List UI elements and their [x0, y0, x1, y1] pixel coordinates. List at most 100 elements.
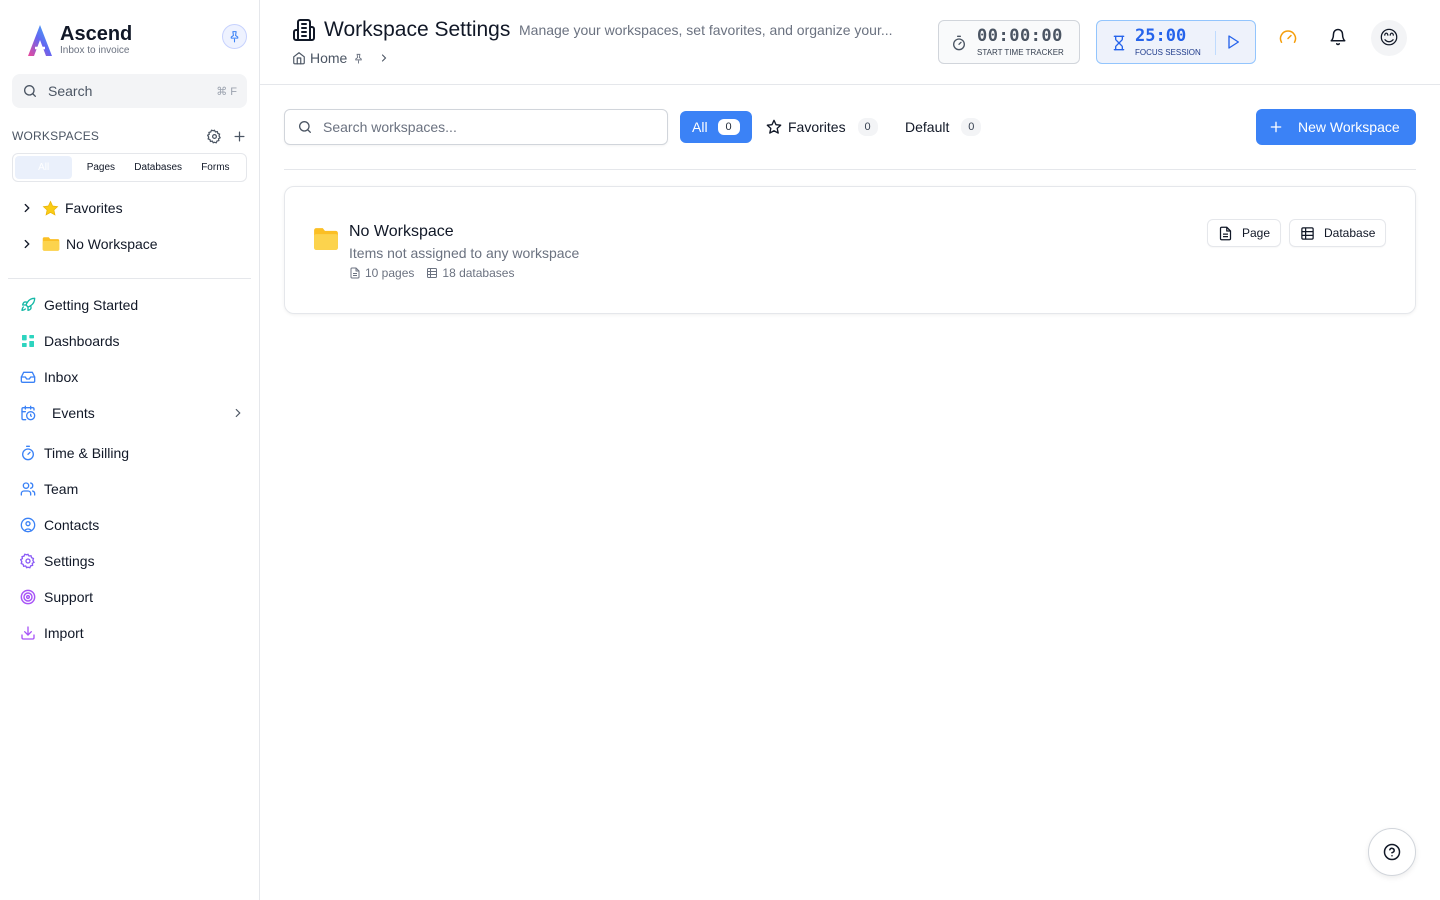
nav-contacts[interactable]: Contacts: [20, 513, 245, 537]
app-name: Ascend: [60, 23, 133, 45]
play-icon[interactable]: [1225, 34, 1241, 50]
bell-icon[interactable]: [1329, 28, 1347, 46]
gauge-icon[interactable]: [1279, 28, 1297, 46]
help-button[interactable]: [1368, 828, 1416, 876]
filter-count: 0: [857, 118, 878, 136]
nav-label: Dashboards: [44, 333, 120, 349]
users-icon: [20, 482, 36, 496]
table-icon: [427, 268, 438, 278]
add-workspace-button[interactable]: [232, 129, 247, 144]
new-workspace-button[interactable]: New Workspace: [1256, 109, 1416, 145]
workspace-search[interactable]: [284, 109, 668, 145]
chevron-right-icon[interactable]: [20, 201, 36, 215]
file-icon: [1219, 226, 1232, 240]
nav-events[interactable]: Events: [20, 401, 245, 425]
segment-all[interactable]: All: [15, 156, 73, 179]
gear-icon: [20, 553, 35, 569]
pin-sidebar-button[interactable]: [222, 24, 247, 49]
download-icon: [21, 626, 35, 640]
filter-favorites[interactable]: Favorites 0: [766, 111, 878, 143]
filter-label: Favorites: [788, 119, 846, 135]
nav-label: Contacts: [44, 517, 100, 533]
add-page-label: Page: [1242, 226, 1271, 240]
workspace-settings-button[interactable]: [207, 128, 222, 144]
breadcrumb-home[interactable]: Home: [310, 50, 347, 66]
workspace-title: No Workspace: [349, 223, 454, 240]
search-shortcut: ⌘ F: [216, 85, 237, 98]
focus-time: 25:00: [1135, 26, 1187, 46]
workspace-card[interactable]: No Workspace Items not assigned to any w…: [284, 186, 1416, 314]
app-tagline: Inbox to invoice: [60, 45, 130, 56]
page-title-group: Workspace Settings: [292, 18, 510, 42]
toolbar-divider: [284, 169, 1416, 170]
tree-item-label: Favorites: [65, 200, 123, 216]
segment-databases[interactable]: Databases: [130, 156, 187, 179]
page-count: 10 pages: [365, 266, 415, 280]
tree-item-no-workspace[interactable]: No Workspace: [20, 232, 158, 256]
star-icon: [42, 200, 59, 217]
segment-pages[interactable]: Pages: [72, 156, 129, 179]
new-workspace-label: New Workspace: [1298, 119, 1400, 135]
search-icon: [24, 85, 36, 97]
nav-label: Events: [52, 405, 95, 421]
sidebar: Ascend Inbox to invoice Search ⌘ F WORKS…: [0, 0, 260, 900]
nav-label: Import: [44, 625, 84, 641]
chevron-right-icon: [378, 52, 390, 64]
start-time-tracker[interactable]: 00:00:00 START TIME TRACKER: [938, 20, 1080, 64]
segment-forms[interactable]: Forms: [187, 156, 244, 179]
nav-settings[interactable]: Settings: [20, 549, 245, 573]
calendar-clock-icon: [21, 405, 36, 421]
home-icon: [293, 52, 305, 65]
nav-dashboards[interactable]: Dashboards: [20, 329, 245, 353]
nav-team[interactable]: Team: [20, 477, 245, 501]
table-icon: [1301, 226, 1314, 240]
tracker-time: 00:00:00: [977, 26, 1063, 46]
filter-all[interactable]: All 0: [680, 111, 752, 143]
nav-time-billing[interactable]: Time & Billing: [20, 441, 245, 465]
nav-label: Support: [44, 589, 94, 605]
nav-import[interactable]: Import: [20, 621, 245, 645]
avatar[interactable]: 😊: [1371, 20, 1407, 56]
brand[interactable]: Ascend Inbox to invoice: [24, 22, 132, 58]
filter-label: Default: [905, 119, 950, 135]
add-database-label: Database: [1324, 226, 1376, 240]
nav-label: Settings: [44, 553, 95, 569]
add-page-button[interactable]: Page: [1207, 219, 1282, 247]
search-icon: [299, 121, 311, 133]
inbox-icon: [20, 371, 36, 383]
sidebar-search[interactable]: Search ⌘ F: [12, 74, 247, 108]
chevron-right-icon[interactable]: [20, 237, 36, 251]
filter-count: 0: [961, 118, 982, 136]
chevron-right-icon[interactable]: [231, 406, 245, 420]
workspace-search-input[interactable]: [323, 119, 643, 135]
filter-label: All: [692, 119, 708, 135]
plus-icon: [1270, 121, 1282, 133]
nav-label: Getting Started: [44, 297, 139, 313]
pin-icon: [230, 31, 239, 43]
tree-item-label: No Workspace: [66, 236, 158, 252]
file-icon: [350, 267, 360, 279]
nav-support[interactable]: Support: [20, 585, 245, 609]
nav-inbox[interactable]: Inbox: [20, 365, 245, 389]
add-database-button[interactable]: Database: [1289, 219, 1387, 247]
timer-icon: [22, 445, 34, 461]
help-circle-icon: [1383, 843, 1401, 861]
stopwatch-icon: [953, 35, 965, 51]
nav-label: Team: [44, 481, 79, 497]
building-icon: [293, 19, 315, 41]
breadcrumb: Home: [292, 50, 390, 66]
tracker-caption: START TIME TRACKER: [977, 48, 1064, 57]
sidebar-search-label: Search: [48, 83, 93, 99]
focus-session[interactable]: 25:00 FOCUS SESSION: [1096, 20, 1256, 64]
tree-item-favorites[interactable]: Favorites: [20, 196, 123, 220]
workspaces-header: WORKSPACES: [12, 128, 247, 144]
gear-icon: [207, 128, 221, 144]
nav-getting-started[interactable]: Getting Started: [20, 293, 245, 317]
database-count: 18 databases: [442, 266, 515, 280]
filter-default[interactable]: Default 0: [905, 111, 982, 143]
focus-divider: [1215, 31, 1216, 55]
rocket-icon: [21, 297, 36, 311]
pin-icon[interactable]: [353, 53, 364, 64]
contact-icon: [20, 517, 36, 533]
nav-label: Inbox: [44, 369, 79, 385]
